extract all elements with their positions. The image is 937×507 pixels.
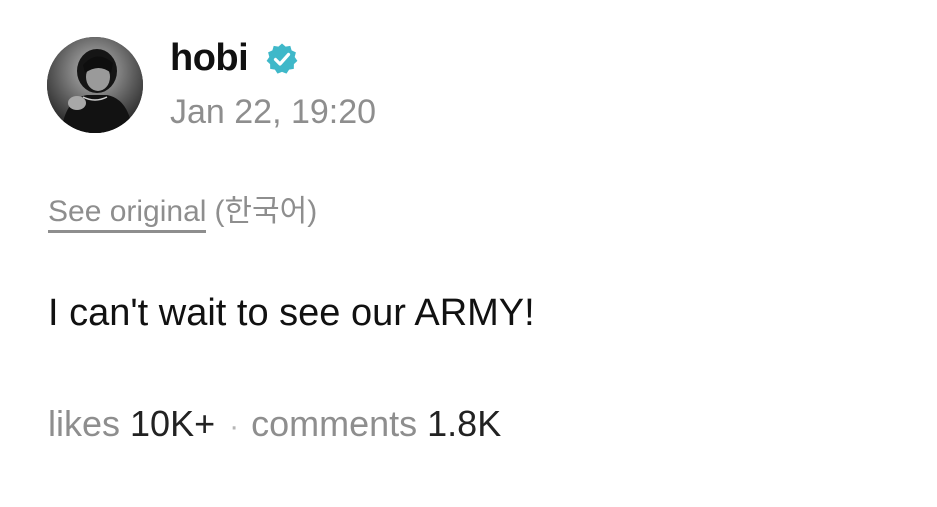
original-language-label: (한국어) [214,195,318,228]
post-stats: likes 10K+ · comments 1.8K [48,402,501,449]
translation-info: See original (한국어) [48,192,318,233]
comments-count[interactable]: 1.8K [427,403,501,444]
post-card: hobi Jan 22, 19:20 See original (한국어) I c… [0,0,937,507]
author-name[interactable]: hobi [170,36,249,80]
post-timestamp: Jan 22, 19:20 [170,93,377,131]
see-original-link[interactable]: See original [48,195,207,233]
comments-label[interactable]: comments [251,403,417,444]
avatar[interactable] [47,37,143,133]
likes-count[interactable]: 10K+ [130,403,215,444]
post-body-text: I can't wait to see our ARMY! [48,292,535,334]
likes-label[interactable]: likes [48,403,120,444]
verified-badge-icon [265,42,299,76]
stats-separator: · [229,410,240,443]
